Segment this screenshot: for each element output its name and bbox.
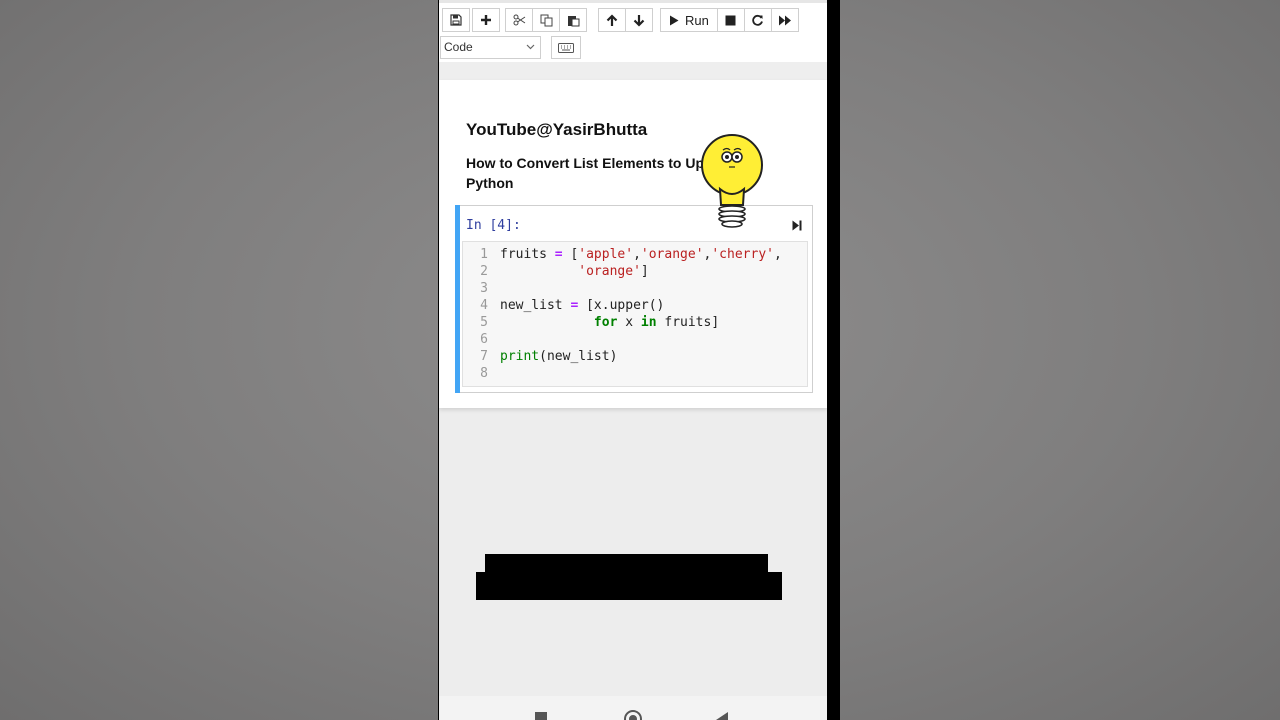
notebook-toolbar: Run Code	[439, 0, 827, 62]
move-down-button[interactable]	[625, 8, 653, 32]
toolbar-group-insert	[472, 8, 500, 32]
cell-prompt: In [4]:	[466, 218, 521, 233]
phone-bezel	[827, 0, 840, 720]
fast-forward-icon	[778, 15, 791, 25]
run-label: Run	[685, 12, 709, 28]
redaction-bar	[476, 572, 782, 600]
move-up-button[interactable]	[598, 8, 626, 32]
stop-icon	[725, 15, 736, 25]
code-line: 6	[480, 332, 488, 347]
code-line: 8	[480, 366, 488, 381]
restart-button[interactable]	[743, 8, 772, 32]
chevron-down-icon	[526, 44, 535, 50]
run-all-button[interactable]	[770, 8, 799, 32]
code-line: 5 for x in fruits]	[480, 315, 720, 330]
android-navigation-bar	[439, 696, 827, 720]
back-icon[interactable]	[715, 710, 729, 720]
markdown-heading: YouTube@YasirBhutta	[466, 120, 648, 139]
move-up-icon	[606, 13, 618, 26]
lightbulb-icon	[701, 134, 763, 228]
insert-cell-button[interactable]	[472, 8, 500, 32]
run-cell-icon[interactable]	[792, 220, 802, 231]
restart-icon	[752, 14, 764, 26]
move-down-icon	[633, 14, 645, 27]
save-button[interactable]	[442, 8, 470, 32]
notebook-screen: Run Code YouTube@YasirBhutta How to Conv…	[439, 0, 827, 720]
copy-button[interactable]	[532, 8, 560, 32]
stop-button[interactable]	[716, 8, 745, 32]
code-cell[interactable]: In [4]: 1 fruits = ['apple','orange','che…	[455, 205, 813, 393]
code-line: 4 new_list = [x.upper()	[480, 298, 665, 313]
redaction-bar	[485, 554, 768, 574]
toolbar-group-run: Run	[660, 8, 799, 32]
paste-icon	[567, 15, 579, 26]
copy-icon	[540, 14, 552, 26]
toolbar-group-move	[598, 8, 653, 32]
toolbar-group-edit	[505, 8, 587, 32]
run-button[interactable]: Run	[660, 8, 718, 32]
code-line: 3	[480, 281, 488, 296]
run-icon	[670, 15, 679, 25]
code-editor[interactable]: 1 fruits = ['apple','orange','cherry', 2 …	[462, 241, 808, 387]
code-line: 2 'orange']	[480, 264, 649, 279]
recents-icon[interactable]	[535, 710, 547, 720]
paste-button[interactable]	[559, 8, 587, 32]
cell-selection-bar	[455, 205, 460, 393]
home-icon[interactable]	[624, 710, 642, 720]
keyboard-icon	[558, 42, 574, 53]
add-icon	[481, 15, 491, 25]
cell-type-select[interactable]: Code	[440, 36, 541, 59]
keyboard-shortcuts-button[interactable]	[551, 36, 581, 59]
notebook-page: YouTube@YasirBhutta How to Convert List …	[439, 80, 827, 408]
cut-icon	[513, 14, 525, 26]
phone-frame: Run Code YouTube@YasirBhutta How to Conv…	[438, 0, 840, 720]
cut-button[interactable]	[505, 8, 533, 32]
notebook-spacer	[439, 62, 827, 80]
toolbar-group-save	[442, 8, 470, 32]
code-line: 1 fruits = ['apple','orange','cherry',	[480, 247, 782, 262]
save-icon	[450, 14, 462, 26]
code-line: 7 print(new_list)	[480, 349, 618, 364]
cell-type-value: Code	[444, 40, 473, 54]
